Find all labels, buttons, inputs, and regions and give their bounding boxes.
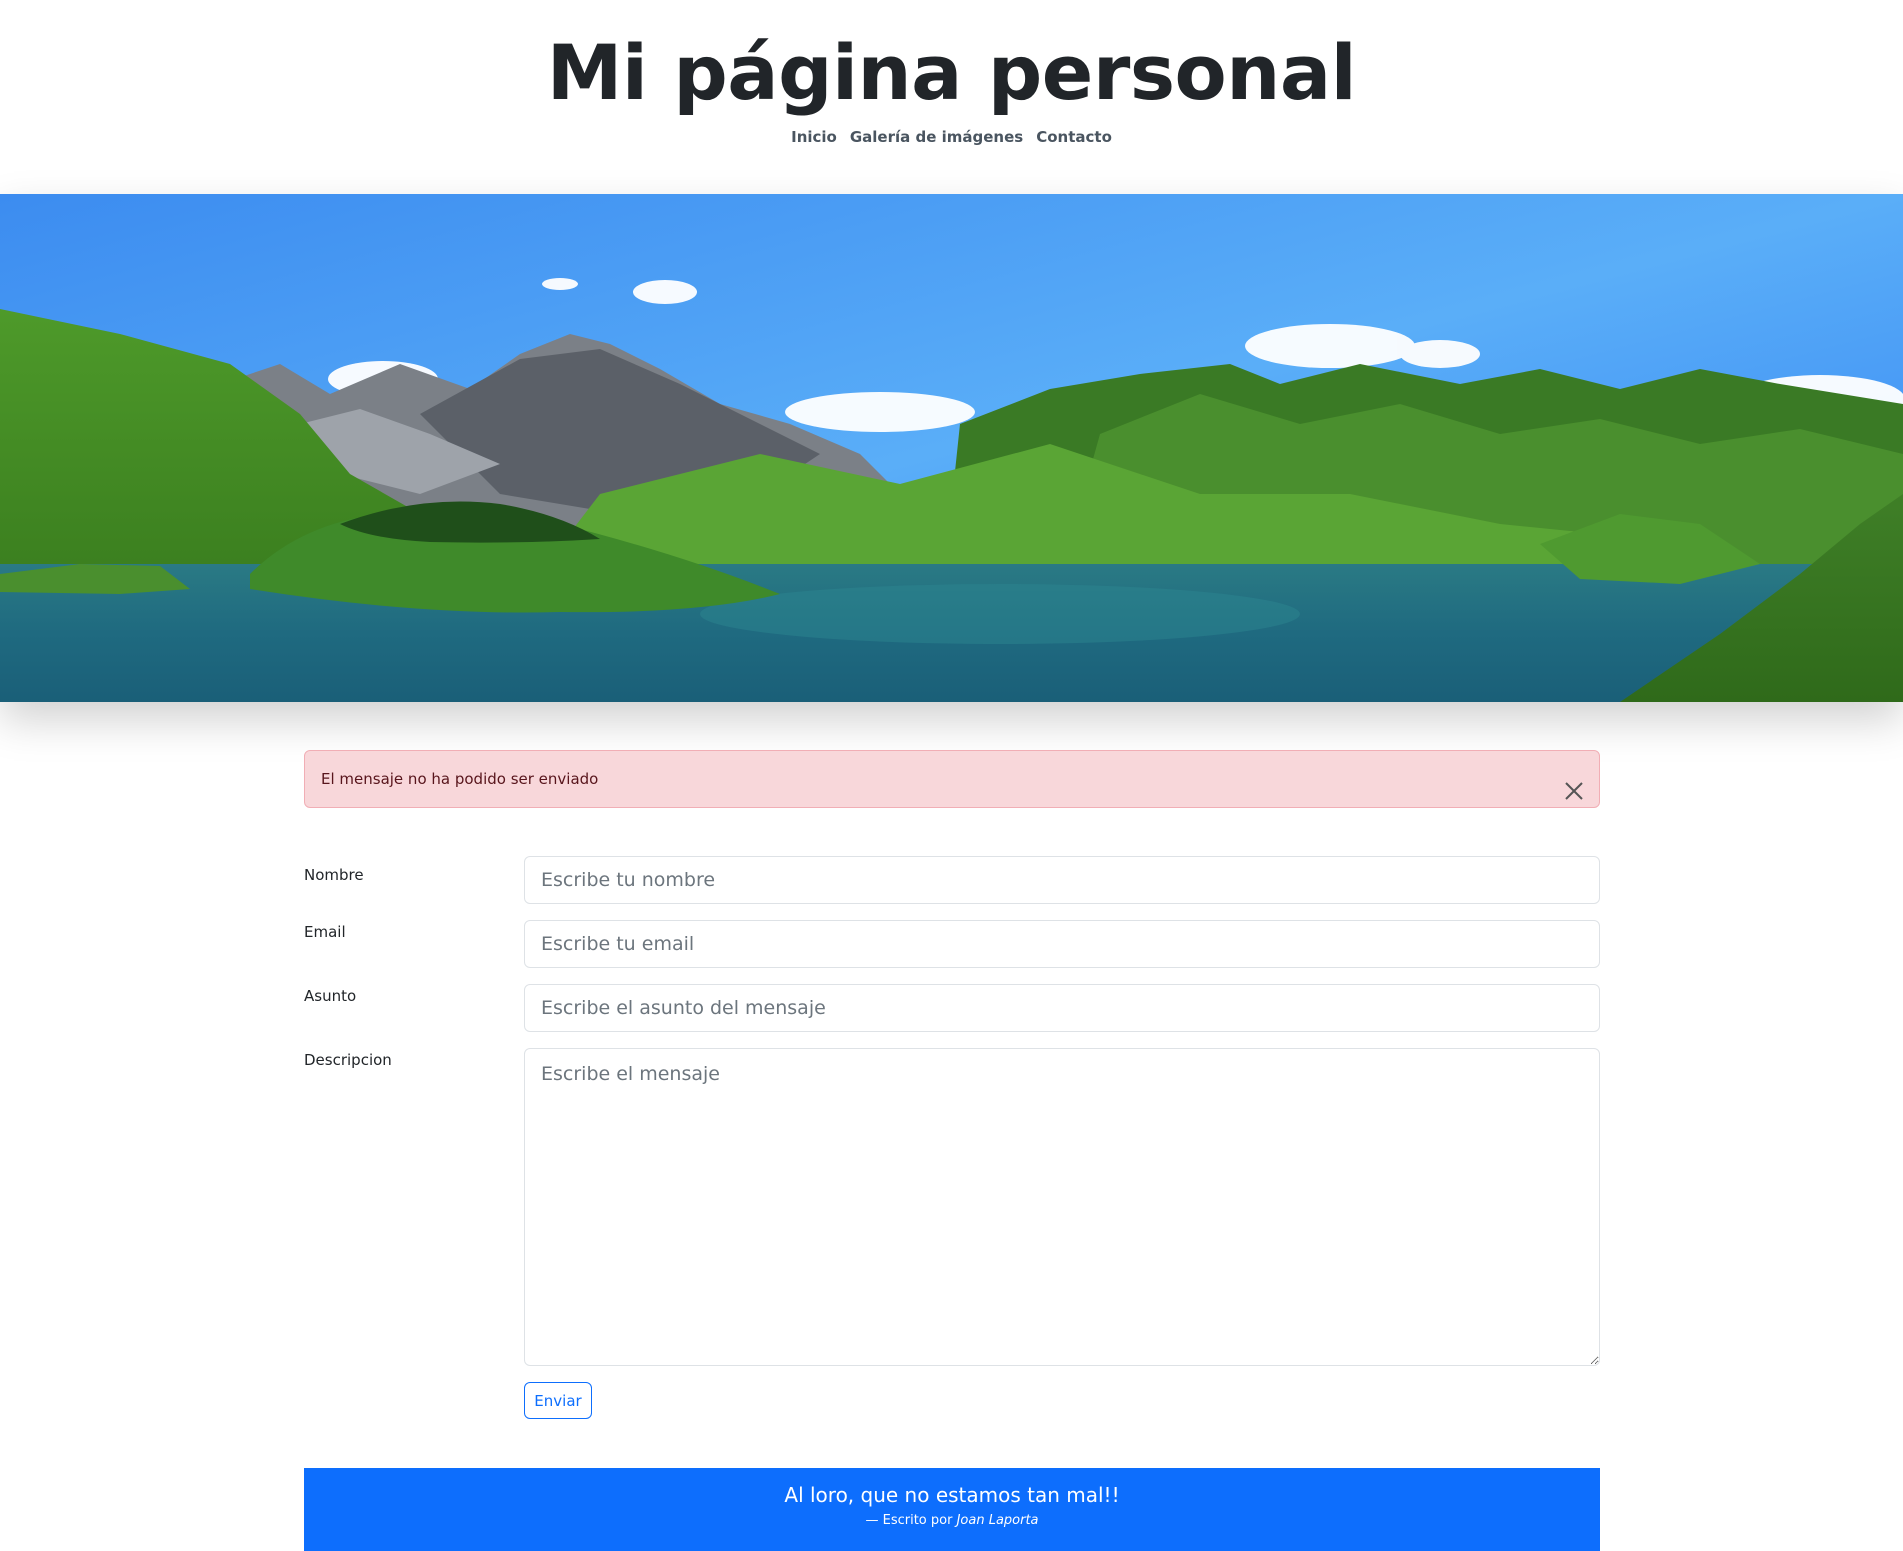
nombre-input[interactable] — [524, 856, 1600, 904]
asunto-label: Asunto — [304, 987, 357, 1005]
asunto-input[interactable] — [524, 984, 1600, 1032]
attribution-prefix: — Escrito por — [865, 1513, 953, 1528]
quote-author: Joan Laporta — [956, 1513, 1039, 1528]
descripcion-label: Descripcion — [304, 1051, 392, 1069]
page-title: Mi página personal — [546, 28, 1357, 117]
hero-banner-image — [0, 194, 1903, 702]
nav-link-galeria[interactable]: Galería de imágenes — [850, 126, 1023, 148]
nav-link-inicio[interactable]: Inicio — [791, 126, 837, 148]
footer-quote: Al loro, que no estamos tan mal!! — Escr… — [304, 1468, 1600, 1551]
descripcion-textarea[interactable] — [524, 1048, 1600, 1366]
error-alert: El mensaje no ha podido ser enviado — [304, 750, 1600, 808]
alert-message: El mensaje no ha podido ser enviado — [321, 770, 599, 788]
email-input[interactable] — [524, 920, 1600, 968]
quote-text: Al loro, que no estamos tan mal!! — [784, 1483, 1120, 1507]
enviar-button[interactable]: Enviar — [524, 1382, 592, 1419]
close-icon[interactable] — [1563, 769, 1585, 800]
nombre-label: Nombre — [304, 866, 364, 884]
main-nav: Inicio Galería de imágenes Contacto — [0, 126, 1903, 148]
quote-attribution: — Escrito por Joan Laporta — [304, 1512, 1600, 1530]
nav-link-contacto[interactable]: Contacto — [1036, 126, 1112, 148]
email-label: Email — [304, 923, 346, 941]
mountain-lake-landscape — [0, 194, 1903, 702]
site-header: Mi página personal Inicio Galería de imá… — [0, 0, 1903, 194]
